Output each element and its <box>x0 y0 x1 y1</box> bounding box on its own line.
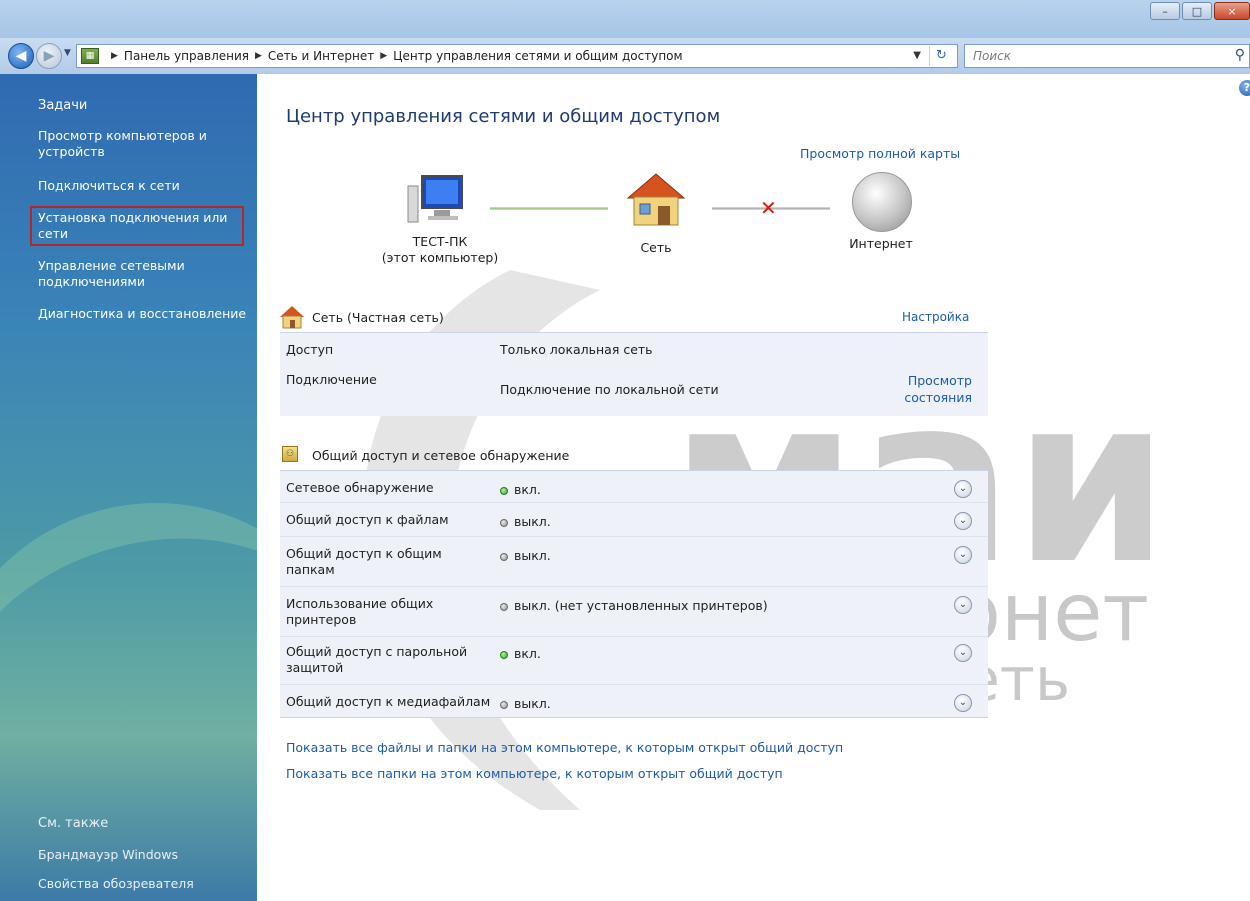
address-dropdown-icon[interactable]: ▼ <box>913 50 921 61</box>
breadcrumb-network-center[interactable]: Центр управления сетями и общим доступом <box>393 49 682 63</box>
chevron-right-icon[interactable]: ▶ <box>111 51 118 61</box>
view-status-link[interactable]: Просмотр состояния <box>902 372 972 406</box>
sharing-row-label-printers: Использование общих <box>286 596 434 611</box>
password-sharing-status: вкл. <box>500 646 541 661</box>
sidebar-item-manage-connections[interactable]: Управление сетевыми подключениями <box>38 258 248 290</box>
expand-password-sharing-button[interactable]: ⌄ <box>954 644 972 662</box>
access-value: Только локальная сеть <box>500 342 653 357</box>
internet-label: Интернет <box>849 236 913 251</box>
sidebar-item-diagnose-repair[interactable]: Диагностика и восстановление <box>38 306 248 322</box>
sharing-row-label-password: Общий доступ с парольной <box>286 644 468 659</box>
tasks-header: Задачи <box>38 98 88 113</box>
globe-icon[interactable] <box>852 172 912 232</box>
navigation-bar: ◀ ▶ ▼ ▦ ▶ Панель управления ▶ Сеть и Инт… <box>0 38 1250 74</box>
network-section-title: Сеть (Частная сеть) <box>312 310 444 325</box>
disconnected-x-icon: ✕ <box>760 196 777 220</box>
search-icon[interactable]: ⚲ <box>1235 47 1245 63</box>
sharing-row-label-public-folders: Общий доступ к общим <box>286 546 442 561</box>
recent-pages-dropdown[interactable]: ▼ <box>64 48 71 58</box>
chevron-right-icon[interactable]: ▶ <box>255 51 262 61</box>
sharing-row-label-printers-2: принтеров <box>286 612 357 627</box>
public-folders-status: выкл. <box>500 548 551 563</box>
refresh-icon[interactable]: ↻ <box>929 46 953 66</box>
status-on-icon <box>500 486 508 495</box>
expand-file-sharing-button[interactable]: ⌄ <box>954 512 972 530</box>
computer-icon[interactable] <box>406 174 466 224</box>
pc-sub-label: (этот компьютер) <box>381 250 499 265</box>
status-off-icon <box>500 518 508 527</box>
sharing-section-title: Общий доступ и сетевое обнаружение <box>312 448 570 463</box>
breadcrumb-network-internet[interactable]: Сеть и Интернет <box>268 49 374 63</box>
customize-link[interactable]: Настройка <box>902 310 969 324</box>
view-status-link-line1: Просмотр <box>907 373 972 388</box>
sharing-icon: ⚇ <box>282 446 298 462</box>
title-bar: – □ × <box>0 0 1250 38</box>
sidebar-item-view-computers[interactable]: Просмотр компьютеров и устройств <box>38 128 248 160</box>
sharing-row-label-password-2: защитой <box>286 660 344 675</box>
status-off-icon <box>500 700 508 709</box>
sharing-row-label-media: Общий доступ к медиафайлам <box>286 694 491 709</box>
window-controls: – □ × <box>1150 2 1250 20</box>
sidebar-item-setup-connection[interactable]: Установка подключения или сети <box>30 206 244 246</box>
help-icon[interactable]: ? <box>1239 80 1250 96</box>
view-status-link-line2: состояния <box>904 390 972 405</box>
house-small-icon <box>280 306 304 329</box>
sharing-row-label-network-discovery: Сетевое обнаружение <box>286 480 434 495</box>
file-sharing-status: выкл. <box>500 514 551 529</box>
forward-button[interactable]: ▶ <box>36 43 62 69</box>
arrow-right-icon: ▶ <box>43 48 55 64</box>
pc-name-label: ТЕСТ-ПК <box>412 234 468 249</box>
printers-status: выкл. (нет установленных принтеров) <box>500 598 768 613</box>
media-sharing-status: выкл. <box>500 696 551 711</box>
minimize-button[interactable]: – <box>1150 2 1180 20</box>
status-on-icon <box>500 650 508 659</box>
sidebar-item-firewall[interactable]: Брандмауэр Windows <box>38 847 248 863</box>
network-discovery-status: вкл. <box>500 482 541 497</box>
sharing-row-label-file-sharing: Общий доступ к файлам <box>286 512 449 527</box>
house-icon[interactable] <box>624 170 688 228</box>
page-title: Центр управления сетями и общим доступом <box>286 106 721 127</box>
search-input[interactable]: Поиск <box>973 49 1011 63</box>
sharing-row-label-public-folders-2: папкам <box>286 562 335 577</box>
sidebar-item-internet-options[interactable]: Свойства обозревателя <box>38 876 248 892</box>
connection-line-pc-network <box>490 207 608 210</box>
status-off-icon <box>500 602 508 611</box>
view-full-map-link[interactable]: Просмотр полной карты <box>800 146 960 161</box>
expand-public-folders-button[interactable]: ⌄ <box>954 546 972 564</box>
chevron-right-icon[interactable]: ▶ <box>380 51 387 61</box>
expand-media-sharing-button[interactable]: ⌄ <box>954 694 972 712</box>
status-off-icon <box>500 552 508 561</box>
network-label: Сеть <box>640 240 672 255</box>
sharing-panel <box>280 470 988 718</box>
close-button[interactable]: × <box>1214 2 1250 20</box>
search-box[interactable]: Поиск ⚲ <box>964 44 1250 68</box>
access-label: Доступ <box>286 342 334 357</box>
arrow-left-icon: ◀ <box>15 48 27 64</box>
see-also-header: См. также <box>38 816 109 831</box>
breadcrumb-control-panel[interactable]: Панель управления <box>124 49 249 63</box>
show-all-shared-files-link[interactable]: Показать все файлы и папки на этом компь… <box>286 740 843 755</box>
task-pane: Задачи Просмотр компьютеров и устройств … <box>0 74 257 901</box>
back-button[interactable]: ◀ <box>8 43 34 69</box>
sidebar-item-connect-network[interactable]: Подключиться к сети <box>38 178 248 194</box>
connection-value: Подключение по локальной сети <box>500 382 719 397</box>
maximize-button[interactable]: □ <box>1182 2 1212 20</box>
expand-printers-button[interactable]: ⌄ <box>954 596 972 614</box>
show-all-shared-folders-link[interactable]: Показать все папки на этом компьютере, к… <box>286 766 783 781</box>
expand-network-discovery-button[interactable]: ⌄ <box>954 480 972 498</box>
connection-label: Подключение <box>286 372 377 387</box>
address-bar[interactable]: ▦ ▶ Панель управления ▶ Сеть и Интернет … <box>76 44 958 68</box>
control-panel-icon: ▦ <box>81 48 99 64</box>
